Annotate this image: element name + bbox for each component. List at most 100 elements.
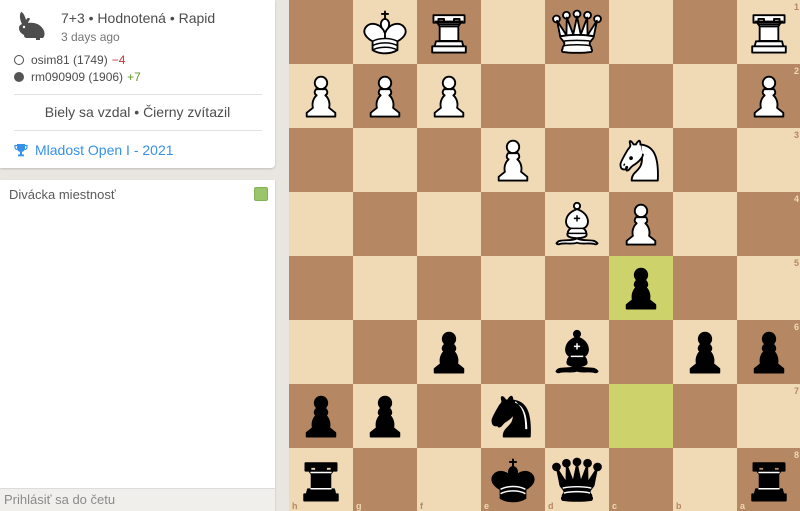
square-g4[interactable] <box>353 192 417 256</box>
rank-label: 3 <box>793 130 799 140</box>
square-d3[interactable] <box>545 128 609 192</box>
square-g5[interactable] <box>353 256 417 320</box>
square-a4[interactable]: 4 <box>737 192 800 256</box>
white-pawn-icon[interactable] <box>421 68 477 124</box>
square-h7[interactable] <box>289 384 353 448</box>
square-e6[interactable] <box>481 320 545 384</box>
square-h5[interactable] <box>289 256 353 320</box>
square-b3[interactable] <box>673 128 737 192</box>
black-pawn-icon[interactable] <box>357 388 413 444</box>
square-f3[interactable] <box>417 128 481 192</box>
white-pawn-icon[interactable] <box>613 196 669 252</box>
square-e2[interactable] <box>481 64 545 128</box>
square-h2[interactable] <box>289 64 353 128</box>
square-g1[interactable] <box>353 0 417 64</box>
black-player-name[interactable]: rm090909 (1906) <box>31 70 123 84</box>
square-e1[interactable] <box>481 0 545 64</box>
square-g8[interactable]: g <box>353 448 417 511</box>
square-b8[interactable]: b <box>673 448 737 511</box>
square-f1[interactable] <box>417 0 481 64</box>
square-c4[interactable] <box>609 192 673 256</box>
square-f4[interactable] <box>417 192 481 256</box>
black-pawn-icon[interactable] <box>293 388 349 444</box>
black-rook-icon[interactable] <box>741 452 797 508</box>
black-knight-icon[interactable] <box>485 388 541 444</box>
black-king-icon[interactable] <box>485 452 541 508</box>
square-h8[interactable]: h <box>289 448 353 511</box>
square-d6[interactable] <box>545 320 609 384</box>
white-rook-icon[interactable] <box>741 4 797 60</box>
black-bishop-icon[interactable] <box>549 324 605 380</box>
square-h1[interactable] <box>289 0 353 64</box>
square-d5[interactable] <box>545 256 609 320</box>
white-knight-icon[interactable] <box>613 132 669 188</box>
white-pawn-icon[interactable] <box>293 68 349 124</box>
white-rook-icon[interactable] <box>421 4 477 60</box>
square-g7[interactable] <box>353 384 417 448</box>
black-queen-icon[interactable] <box>549 452 605 508</box>
square-a1[interactable]: 1 <box>737 0 800 64</box>
white-pawn-icon[interactable] <box>357 68 413 124</box>
black-pawn-icon[interactable] <box>421 324 477 380</box>
square-f6[interactable] <box>417 320 481 384</box>
chess-board[interactable]: 12 3 4 5 6 7 hg f edc b 8a <box>289 0 800 511</box>
square-c5[interactable] <box>609 256 673 320</box>
square-e4[interactable] <box>481 192 545 256</box>
square-d1[interactable] <box>545 0 609 64</box>
white-pawn-icon[interactable] <box>485 132 541 188</box>
square-b4[interactable] <box>673 192 737 256</box>
square-c6[interactable] <box>609 320 673 384</box>
square-e8[interactable]: e <box>481 448 545 511</box>
white-king-icon[interactable] <box>357 4 413 60</box>
square-c3[interactable] <box>609 128 673 192</box>
square-c7[interactable] <box>609 384 673 448</box>
black-player-row[interactable]: rm090909 (1906) +7 <box>14 70 141 84</box>
square-c1[interactable] <box>609 0 673 64</box>
square-e5[interactable] <box>481 256 545 320</box>
white-pawn-icon[interactable] <box>741 68 797 124</box>
black-rook-icon[interactable] <box>293 452 349 508</box>
black-pawn-icon[interactable] <box>677 324 733 380</box>
square-f5[interactable] <box>417 256 481 320</box>
tournament-link[interactable]: Mladost Open I - 2021 <box>14 142 174 158</box>
black-pawn-icon[interactable] <box>741 324 797 380</box>
game-date: 3 days ago <box>61 30 120 44</box>
square-b5[interactable] <box>673 256 737 320</box>
square-f2[interactable] <box>417 64 481 128</box>
white-bishop-icon[interactable] <box>549 196 605 252</box>
square-h3[interactable] <box>289 128 353 192</box>
square-c8[interactable]: c <box>609 448 673 511</box>
square-d4[interactable] <box>545 192 609 256</box>
square-g2[interactable] <box>353 64 417 128</box>
chat-toggle[interactable] <box>254 187 268 201</box>
square-c2[interactable] <box>609 64 673 128</box>
square-a2[interactable]: 2 <box>737 64 800 128</box>
square-b7[interactable] <box>673 384 737 448</box>
square-d8[interactable]: d <box>545 448 609 511</box>
square-b6[interactable] <box>673 320 737 384</box>
square-d2[interactable] <box>545 64 609 128</box>
chat-login-prompt[interactable]: Prihlásiť sa do četu <box>4 492 115 507</box>
white-queen-icon[interactable] <box>549 4 605 60</box>
square-a6[interactable]: 6 <box>737 320 800 384</box>
white-player-name[interactable]: osim81 (1749) <box>31 53 108 67</box>
square-g6[interactable] <box>353 320 417 384</box>
square-b1[interactable] <box>673 0 737 64</box>
square-f8[interactable]: f <box>417 448 481 511</box>
square-d7[interactable] <box>545 384 609 448</box>
tournament-name[interactable]: Mladost Open I - 2021 <box>35 142 174 158</box>
square-e7[interactable] <box>481 384 545 448</box>
square-a3[interactable]: 3 <box>737 128 800 192</box>
white-player-row[interactable]: osim81 (1749) −4 <box>14 53 125 67</box>
square-a5[interactable]: 5 <box>737 256 800 320</box>
square-h4[interactable] <box>289 192 353 256</box>
square-h6[interactable] <box>289 320 353 384</box>
square-a8[interactable]: 8a <box>737 448 800 511</box>
black-pawn-icon[interactable] <box>613 260 669 316</box>
chat-input-bar[interactable]: Prihlásiť sa do četu <box>0 488 275 511</box>
square-a7[interactable]: 7 <box>737 384 800 448</box>
square-g3[interactable] <box>353 128 417 192</box>
square-f7[interactable] <box>417 384 481 448</box>
square-e3[interactable] <box>481 128 545 192</box>
square-b2[interactable] <box>673 64 737 128</box>
